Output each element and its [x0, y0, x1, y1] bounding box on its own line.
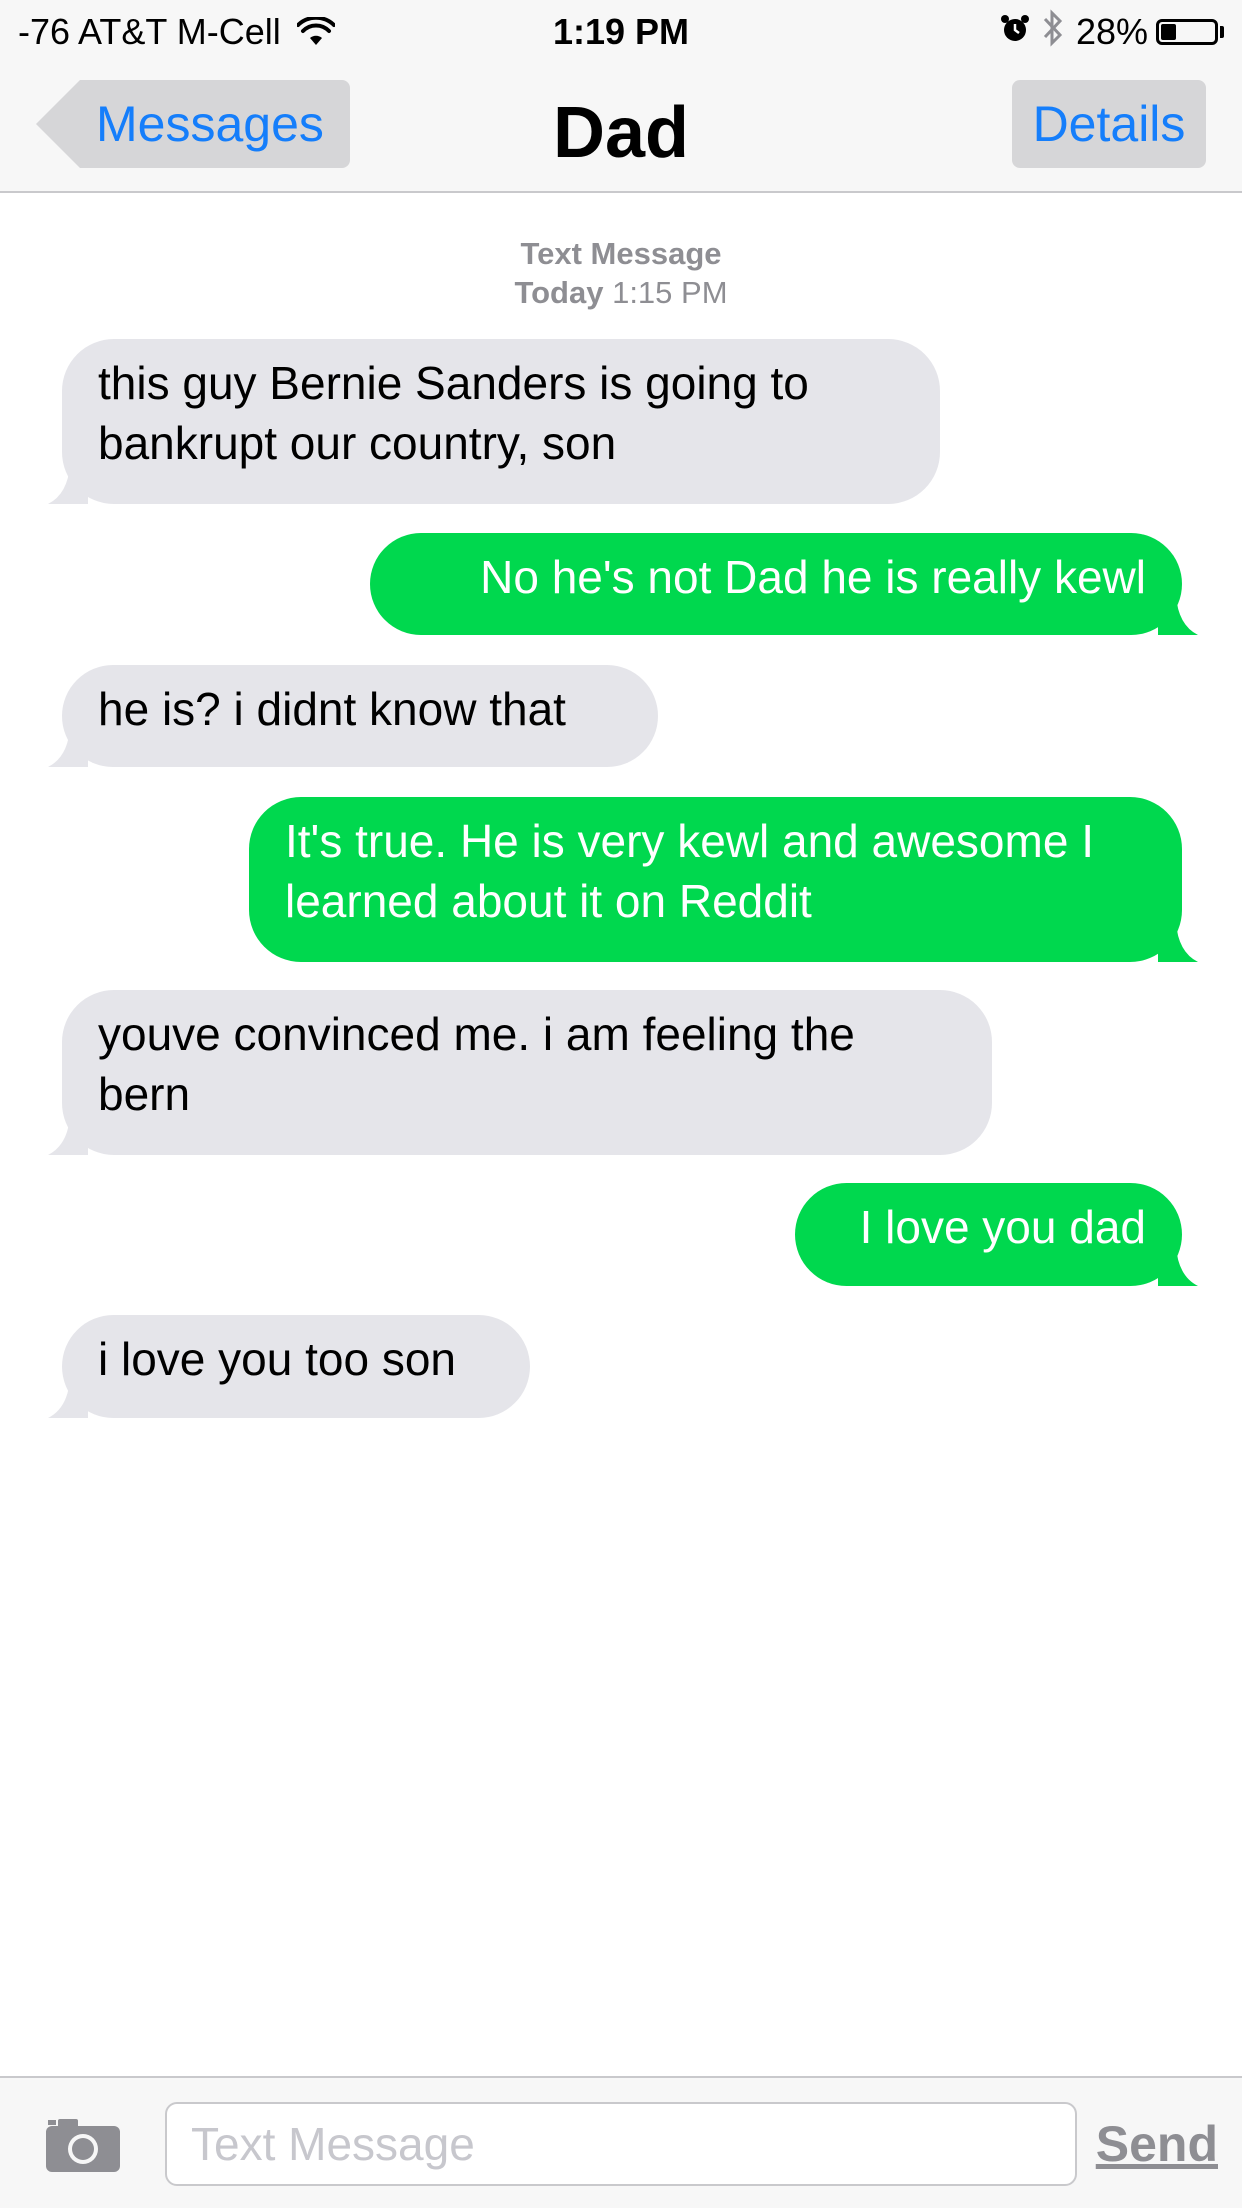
battery-icon	[1156, 19, 1224, 45]
message-bubble-incoming[interactable]: youve convinced me. i am feeling the ber…	[48, 990, 992, 1155]
message-input[interactable]	[165, 2102, 1077, 2186]
bubble-tail	[48, 1115, 88, 1155]
message-text: he is? i didnt know that	[98, 683, 566, 735]
meta-time: 1:15 PM	[612, 275, 728, 310]
meta-timestamp: Today 1:15 PM	[0, 273, 1242, 312]
send-button[interactable]: Send	[1096, 2102, 1218, 2186]
battery-percent: 28%	[1075, 11, 1148, 52]
input-bar: Send	[0, 2076, 1242, 2208]
bluetooth-icon	[1042, 8, 1064, 57]
message-bubble-outgoing[interactable]: No he's not Dad he is really kewl	[370, 533, 1198, 635]
message-text: i love you too son	[98, 1333, 457, 1385]
message-text: youve convinced me. i am feeling the ber…	[98, 1008, 855, 1120]
meta-kind: Text Message	[520, 236, 722, 271]
camera-icon[interactable]	[44, 2116, 122, 2174]
messages-app: -76 AT&T M-Cell 1:19 PM 28% Messages Dad…	[0, 0, 1242, 2208]
top-bar: -76 AT&T M-Cell 1:19 PM 28% Messages Dad…	[0, 0, 1242, 193]
bubble-tail	[1158, 1246, 1198, 1286]
alarm-icon	[1000, 11, 1030, 53]
bubble-tail	[48, 727, 88, 767]
battery-body	[1156, 19, 1218, 45]
message-bubble-outgoing[interactable]: I love you dad	[795, 1183, 1198, 1286]
battery-fill	[1161, 24, 1176, 40]
battery-cap	[1220, 26, 1224, 38]
message-bubble-incoming[interactable]: this guy Bernie Sanders is going to bank…	[48, 339, 940, 504]
message-text: I love you dad	[859, 1201, 1146, 1253]
meta-day: Today	[514, 275, 604, 310]
status-right: 28%	[988, 8, 1224, 56]
message-bubble-outgoing[interactable]: It's true. He is very kewl and awesome I…	[249, 797, 1198, 962]
message-text: this guy Bernie Sanders is going to bank…	[98, 357, 809, 469]
conversation-meta: Text Message Today 1:15 PM	[0, 234, 1242, 312]
message-bubble-incoming[interactable]: i love you too son	[48, 1315, 530, 1418]
message-text: It's true. He is very kewl and awesome I…	[285, 815, 1094, 927]
bubble-tail	[48, 1378, 88, 1418]
bubble-tail	[1158, 922, 1198, 962]
message-bubble-incoming[interactable]: he is? i didnt know that	[48, 665, 658, 767]
bubble-tail	[48, 464, 88, 504]
message-text: No he's not Dad he is really kewl	[480, 551, 1146, 603]
details-button[interactable]: Details	[1012, 80, 1206, 168]
bubble-tail	[1158, 595, 1198, 635]
